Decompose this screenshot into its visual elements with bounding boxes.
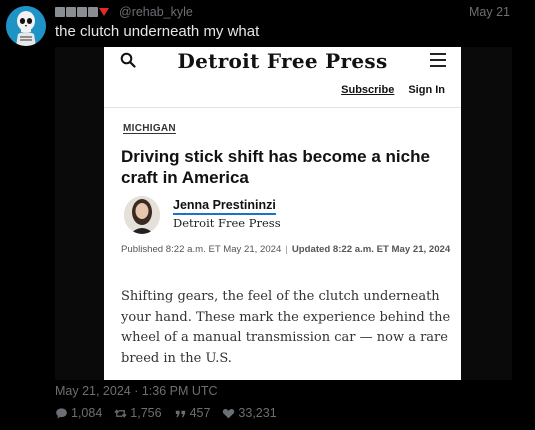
article-meta: Published 8:22 a.m. ET May 21, 2024 | Upda… <box>121 244 451 255</box>
updated-date: Updated 8:22 a.m. ET May 21, 2024 <box>291 244 451 255</box>
retweet-count: 1,756 <box>130 406 162 420</box>
tweet-date[interactable]: May 21 <box>469 4 510 20</box>
like-count: 33,231 <box>238 406 277 420</box>
article-screenshot[interactable]: Detroit Free Press Subscribe Sign In MIC… <box>104 47 461 380</box>
masthead-logo: Detroit Free Press <box>177 49 388 73</box>
heart-icon <box>223 408 235 418</box>
user-handle[interactable]: @rehab_kyle <box>119 4 193 20</box>
article-nav: Subscribe Sign In <box>341 84 445 96</box>
quote-count: 457 <box>189 406 211 420</box>
article-headline: Driving stick shift has become a niche c… <box>121 147 430 187</box>
badge-icon <box>66 7 76 17</box>
reply-stat[interactable]: 1,084 <box>55 406 102 420</box>
badge-icons <box>55 7 98 17</box>
badge-icon <box>88 7 98 17</box>
hamburger-menu-icon <box>430 53 446 67</box>
divider <box>104 107 461 108</box>
sign-in-link: Sign In <box>408 84 445 96</box>
avatar[interactable] <box>6 6 46 46</box>
retweet-stat[interactable]: 1,756 <box>114 406 162 420</box>
comment-icon <box>56 407 67 419</box>
tweet-header: @rehab_kyle May 21 <box>55 4 525 20</box>
quote-icon <box>175 410 185 417</box>
tweet-stats: 1,084 1,756 457 33,231 <box>55 406 277 420</box>
like-stat[interactable]: 33,231 <box>222 406 277 420</box>
author-name: Jenna Prestininzi <box>173 198 276 215</box>
tweet-text: the clutch underneath my what <box>55 23 260 40</box>
badge-icon <box>55 7 65 17</box>
author-photo <box>124 196 160 234</box>
triangle-flag-icon <box>99 8 109 16</box>
badge-icon <box>77 7 87 17</box>
reply-count: 1,084 <box>71 406 103 420</box>
tweet-timestamp[interactable]: May 21, 2024 · 1:36 PM UTC <box>55 384 218 398</box>
published-date: Published 8:22 a.m. ET May 21, 2024 <box>121 244 282 255</box>
author-org: Detroit Free Press <box>173 216 281 230</box>
article-body: Shifting gears, the feel of the clutch u… <box>121 289 451 366</box>
skull-icon <box>6 6 46 46</box>
subscribe-link: Subscribe <box>341 84 395 96</box>
section-label: MICHIGAN <box>123 123 176 134</box>
retweet-icon <box>114 408 127 418</box>
quote-stat[interactable]: 457 <box>174 406 211 420</box>
